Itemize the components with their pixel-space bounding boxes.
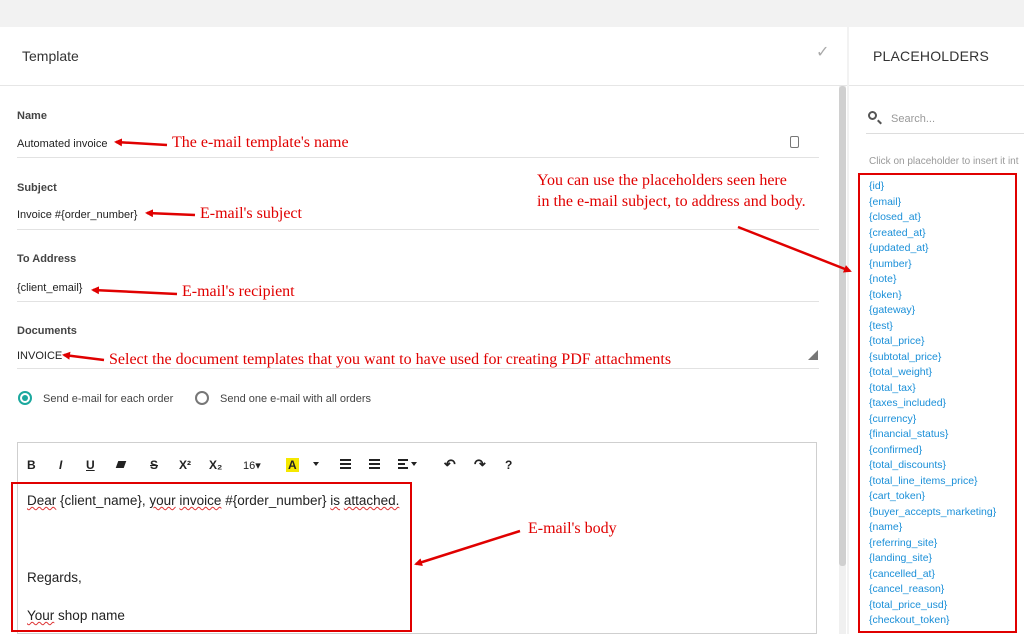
arrow-placeholders xyxy=(737,225,852,273)
arrow-body xyxy=(414,529,521,566)
arrow-documents xyxy=(62,351,105,362)
arrow-subject xyxy=(145,209,196,218)
annotation-arrows xyxy=(62,138,852,566)
arrow-name xyxy=(114,138,168,147)
arrow-recipient xyxy=(91,286,178,296)
